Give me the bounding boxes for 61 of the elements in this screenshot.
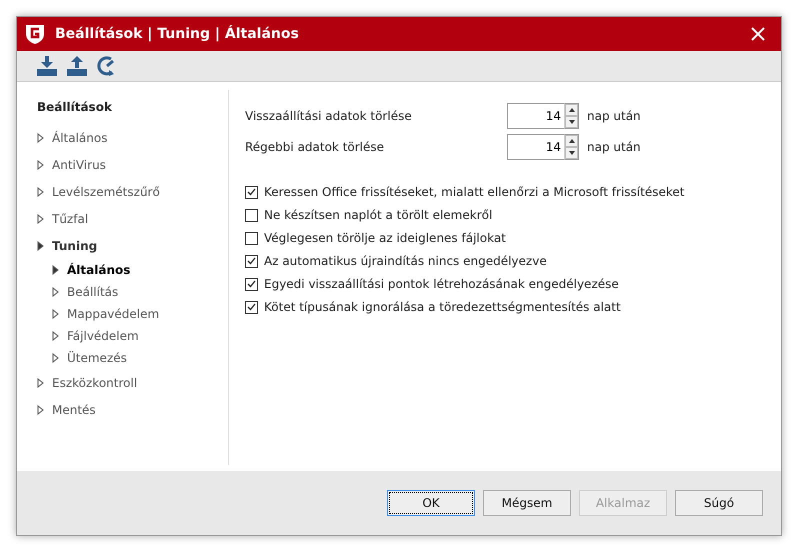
expand-arrow-icon[interactable] [37, 240, 44, 250]
checkbox[interactable] [245, 254, 258, 268]
sidebar-item[interactable]: Mappavédelem [67, 307, 160, 321]
expand-arrow-icon[interactable] [37, 214, 44, 224]
expand-arrow-icon[interactable] [37, 404, 44, 414]
expand-arrow-icon[interactable] [37, 160, 44, 170]
sidebar-item[interactable]: Általános [67, 263, 130, 277]
toolbar-button[interactable] [35, 54, 59, 78]
expand-arrow-icon[interactable] [52, 287, 59, 297]
expand-arrow-icon[interactable] [52, 309, 59, 319]
sidebar-item[interactable]: Ütemezés [67, 351, 127, 365]
expand-arrow-icon[interactable] [52, 353, 59, 363]
up-arrow-icon [568, 138, 574, 142]
expand-arrow-icon[interactable] [52, 265, 59, 275]
sidebar-item[interactable]: Fájlvédelem [67, 329, 139, 343]
sidebar-item[interactable]: AntiVirus [52, 158, 106, 172]
sidebar-item[interactable]: Tuning [52, 238, 98, 252]
checkbox-label: Egyedi visszaállítási pontok létrehozásának engedélyezése [264, 277, 619, 291]
dialog-button[interactable]: OK [387, 490, 475, 516]
spin-down-button[interactable] [565, 116, 578, 128]
number-field[interactable]: 14 [507, 134, 564, 160]
sidebar-heading: Beállítások [37, 100, 113, 114]
expand-arrow-icon[interactable] [37, 132, 44, 142]
expand-arrow-icon[interactable] [52, 331, 59, 341]
sidebar-item[interactable]: Tűzfal [52, 212, 88, 226]
checkbox-label: Ne készítsen naplót a törölt elemekről [264, 208, 492, 222]
checkbox-label: Az automatikus újraindítás nincs engedélyezve [264, 254, 547, 268]
checkbox[interactable] [245, 232, 258, 244]
upload-icon [66, 55, 88, 77]
expand-arrow-icon[interactable] [37, 186, 44, 196]
sidebar-item[interactable]: Levélszemétszűrő [52, 184, 160, 198]
dialog-button[interactable]: Mégsem [483, 490, 571, 516]
sidebar-item[interactable]: Általános [52, 130, 108, 144]
sidebar-item[interactable]: Mentés [52, 402, 96, 416]
sidebar-item[interactable]: Eszközkontroll [52, 376, 138, 390]
download-icon [36, 55, 58, 77]
window-title: Beállítások | Tuning | Általános [55, 26, 300, 42]
shield-logo-icon [25, 23, 45, 45]
spin-down-button[interactable] [565, 146, 578, 158]
number-field[interactable]: 14 [507, 102, 564, 128]
checkbox[interactable] [245, 186, 258, 198]
checkbox-label: Véglegesen törölje az ideiglenes fájlokat [264, 231, 506, 245]
checkbox[interactable] [245, 278, 258, 290]
toolbar-button[interactable] [65, 54, 89, 78]
spin-up-button[interactable] [565, 134, 578, 146]
dialog-button[interactable]: Súgó [675, 490, 763, 516]
down-arrow-icon [568, 120, 574, 124]
expand-arrow-icon[interactable] [37, 378, 44, 388]
sidebar-item[interactable]: Beállítás [67, 285, 118, 299]
checkbox[interactable] [245, 300, 258, 314]
unit-label: nap után [587, 140, 641, 154]
field-label: Régebbi adatok törlése [245, 140, 386, 154]
checkbox-label: Kötet típusának ignorálása a töredezettségmentesítés alatt [264, 300, 621, 314]
field-label: Visszaállítási adatok törlése [245, 108, 413, 122]
up-arrow-icon [568, 108, 574, 112]
spin-up-button[interactable] [565, 104, 578, 116]
down-arrow-icon [568, 150, 574, 154]
close-icon [751, 27, 765, 41]
checkbox-label: Keressen Office frissítéseket, mialatt ellenőrzi a Microsoft frissítéseket [264, 185, 684, 199]
unit-label: nap után [587, 108, 641, 122]
checkbox[interactable] [245, 208, 258, 222]
